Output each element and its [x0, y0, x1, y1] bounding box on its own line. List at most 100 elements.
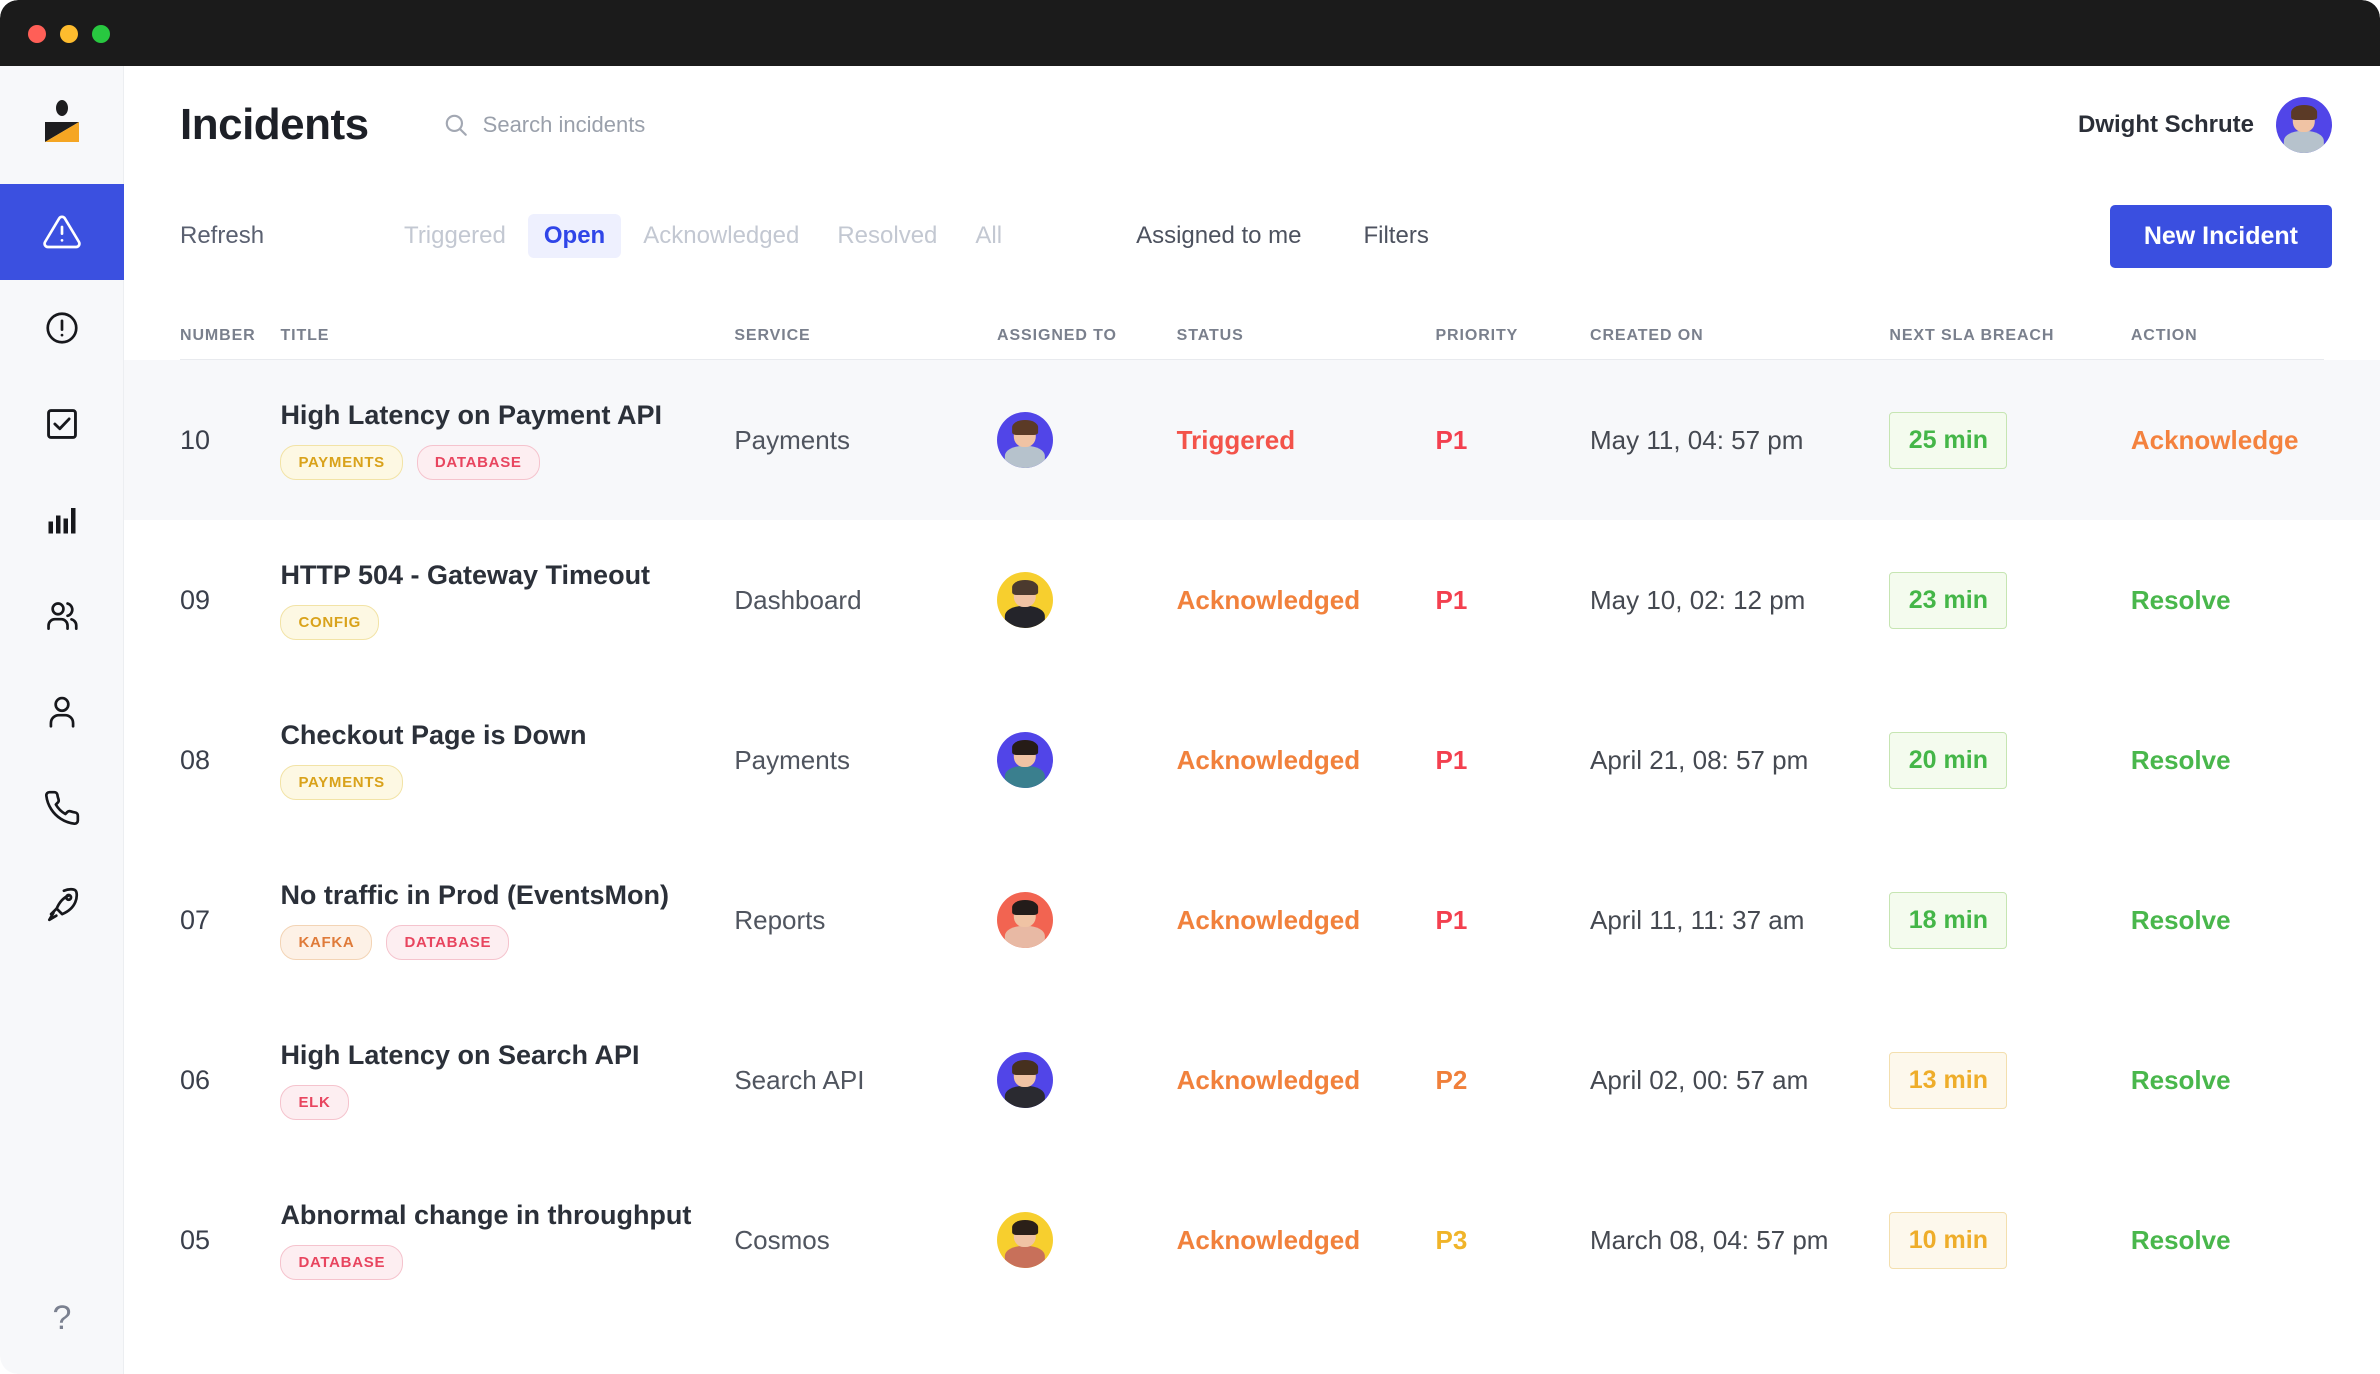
- page-header: Incidents Search incidents Dwight Schrut…: [124, 66, 2380, 184]
- assigned-to-me-filter[interactable]: Assigned to me: [1136, 222, 1301, 250]
- incident-service: Search API: [734, 1064, 865, 1095]
- sidebar-item-on-call[interactable]: [0, 760, 124, 856]
- row-action-button[interactable]: Resolve: [2131, 905, 2231, 936]
- incident-service: Payments: [734, 424, 850, 455]
- row-action-button[interactable]: Resolve: [2131, 1065, 2231, 1096]
- avatar-image: [997, 1052, 1054, 1108]
- incident-tag[interactable]: PAYMENTS: [280, 765, 403, 800]
- assignee-avatar[interactable]: [997, 1052, 1054, 1108]
- priority-badge: P1: [1435, 424, 1468, 455]
- rocket-icon: [47, 887, 79, 922]
- table-row[interactable]: 10 High Latency on Payment API PAYMENTS DAT…: [124, 360, 2380, 520]
- minimize-window-button[interactable]: [60, 25, 78, 43]
- sla-badge: 13 min: [1889, 1051, 2008, 1109]
- created-on: March 08, 04: 57 pm: [1590, 1224, 1829, 1255]
- status-badge: Acknowledged: [1176, 584, 1361, 615]
- row-action-button[interactable]: Resolve: [2131, 745, 2231, 776]
- tab-triggered[interactable]: Triggered: [388, 214, 522, 258]
- sidebar-item-deployments[interactable]: [0, 856, 124, 952]
- page-title: Incidents: [180, 100, 369, 149]
- table-body: 10 High Latency on Payment API PAYMENTS DAT…: [124, 360, 2380, 1320]
- search-input[interactable]: Search incidents: [443, 112, 646, 138]
- avatar[interactable]: [2276, 97, 2332, 153]
- assignee-avatar[interactable]: [997, 412, 1054, 468]
- table-row[interactable]: 07 No traffic in Prod (EventsMon) KAFKA DAT…: [124, 840, 2380, 1000]
- sla-badge: 18 min: [1889, 891, 2008, 949]
- sidebar-item-analytics[interactable]: [0, 472, 124, 568]
- user-menu[interactable]: Dwight Schrute: [2078, 97, 2332, 153]
- avatar-image: [2276, 97, 2332, 153]
- sla-badge: 10 min: [1889, 1211, 2008, 1269]
- tab-acknowledged[interactable]: Acknowledged: [627, 214, 815, 258]
- alert-circle-icon: [46, 312, 78, 344]
- column-header-priority: PRIORITY: [1435, 327, 1519, 344]
- window-titlebar: [0, 0, 2380, 66]
- incident-tags: PAYMENTS: [280, 765, 734, 800]
- incident-title[interactable]: No traffic in Prod (EventsMon): [280, 880, 734, 911]
- priority-badge: P1: [1435, 584, 1468, 615]
- filters-button[interactable]: Filters: [1363, 222, 1428, 250]
- sidebar-item-incidents[interactable]: [0, 184, 124, 280]
- incident-tag[interactable]: CONFIG: [280, 605, 379, 640]
- assignee-avatar[interactable]: [997, 572, 1054, 628]
- table-row[interactable]: 06 High Latency on Search API ELK Search AP…: [124, 1000, 2380, 1160]
- tab-resolved[interactable]: Resolved: [821, 214, 953, 258]
- checkbox-icon: [47, 409, 77, 439]
- row-action-button[interactable]: Resolve: [2131, 585, 2231, 616]
- row-action-button[interactable]: Acknowledge: [2131, 425, 2299, 456]
- incident-title[interactable]: HTTP 504 - Gateway Timeout: [280, 560, 734, 591]
- incident-service: Reports: [734, 904, 826, 935]
- table-header-row: NUMBER TITLE SERVICE ASSIGNED TO STATUS …: [180, 308, 2324, 360]
- column-header-title: TITLE: [280, 327, 330, 344]
- app-logo[interactable]: [0, 66, 123, 184]
- incident-title[interactable]: Checkout Page is Down: [280, 720, 734, 751]
- sidebar-item-teams[interactable]: [0, 568, 124, 664]
- incident-tag[interactable]: KAFKA: [280, 925, 373, 960]
- users-icon: [47, 602, 78, 631]
- avatar-image: [997, 892, 1054, 948]
- table-row[interactable]: 05 Abnormal change in throughput DATABASE C…: [124, 1160, 2380, 1320]
- assignee-avatar[interactable]: [997, 732, 1054, 788]
- incident-title[interactable]: Abnormal change in throughput: [280, 1200, 734, 1231]
- main-content: Incidents Search incidents Dwight Schrut…: [124, 66, 2380, 1374]
- search-placeholder: Search incidents: [482, 112, 646, 137]
- column-header-service: SERVICE: [734, 327, 811, 344]
- traffic-lights: [28, 25, 110, 43]
- tab-all[interactable]: All: [959, 214, 1018, 258]
- alert-triangle-icon: [43, 215, 81, 249]
- created-on: April 02, 00: 57 am: [1590, 1064, 1809, 1095]
- incident-tag[interactable]: DATABASE: [280, 1245, 404, 1280]
- avatar-image: [997, 572, 1054, 628]
- sla-badge: 23 min: [1889, 571, 2008, 629]
- priority-badge: P1: [1435, 744, 1468, 775]
- created-on: April 21, 08: 57 pm: [1590, 744, 1809, 775]
- assignee-avatar[interactable]: [997, 892, 1054, 948]
- table-row[interactable]: 08 Checkout Page is Down PAYMENTS Payments A…: [124, 680, 2380, 840]
- new-incident-button[interactable]: New Incident: [2109, 204, 2332, 268]
- avatar-image: [997, 732, 1054, 788]
- row-action-button[interactable]: Resolve: [2131, 1225, 2231, 1256]
- incident-tag[interactable]: ELK: [280, 1085, 349, 1120]
- incident-number: 06: [180, 1064, 211, 1095]
- sidebar: ?: [0, 66, 124, 1374]
- incident-tag[interactable]: DATABASE: [386, 925, 510, 960]
- assignee-avatar[interactable]: [997, 1212, 1054, 1268]
- sidebar-item-tasks[interactable]: [0, 376, 124, 472]
- refresh-button[interactable]: Refresh: [180, 222, 264, 250]
- phone-icon: [44, 790, 80, 826]
- maximize-window-button[interactable]: [92, 25, 110, 43]
- close-window-button[interactable]: [28, 25, 46, 43]
- column-header-action: ACTION: [2130, 327, 2198, 344]
- status-badge: Acknowledged: [1176, 1224, 1361, 1255]
- toolbar: Refresh Triggered Open Acknowledged Resolve…: [124, 184, 2380, 288]
- incident-title[interactable]: High Latency on Payment API: [280, 400, 734, 431]
- sidebar-item-people[interactable]: [0, 664, 124, 760]
- help-button[interactable]: ?: [0, 1299, 124, 1338]
- tab-open[interactable]: Open: [527, 214, 622, 258]
- incident-title[interactable]: High Latency on Search API: [280, 1040, 734, 1071]
- incident-tag[interactable]: DATABASE: [416, 445, 540, 480]
- sidebar-item-alerts[interactable]: [0, 280, 124, 376]
- table-row[interactable]: 09 HTTP 504 - Gateway Timeout CONFIG Dashbo…: [124, 520, 2380, 680]
- incident-tag[interactable]: PAYMENTS: [280, 445, 403, 480]
- incident-service: Payments: [734, 744, 850, 775]
